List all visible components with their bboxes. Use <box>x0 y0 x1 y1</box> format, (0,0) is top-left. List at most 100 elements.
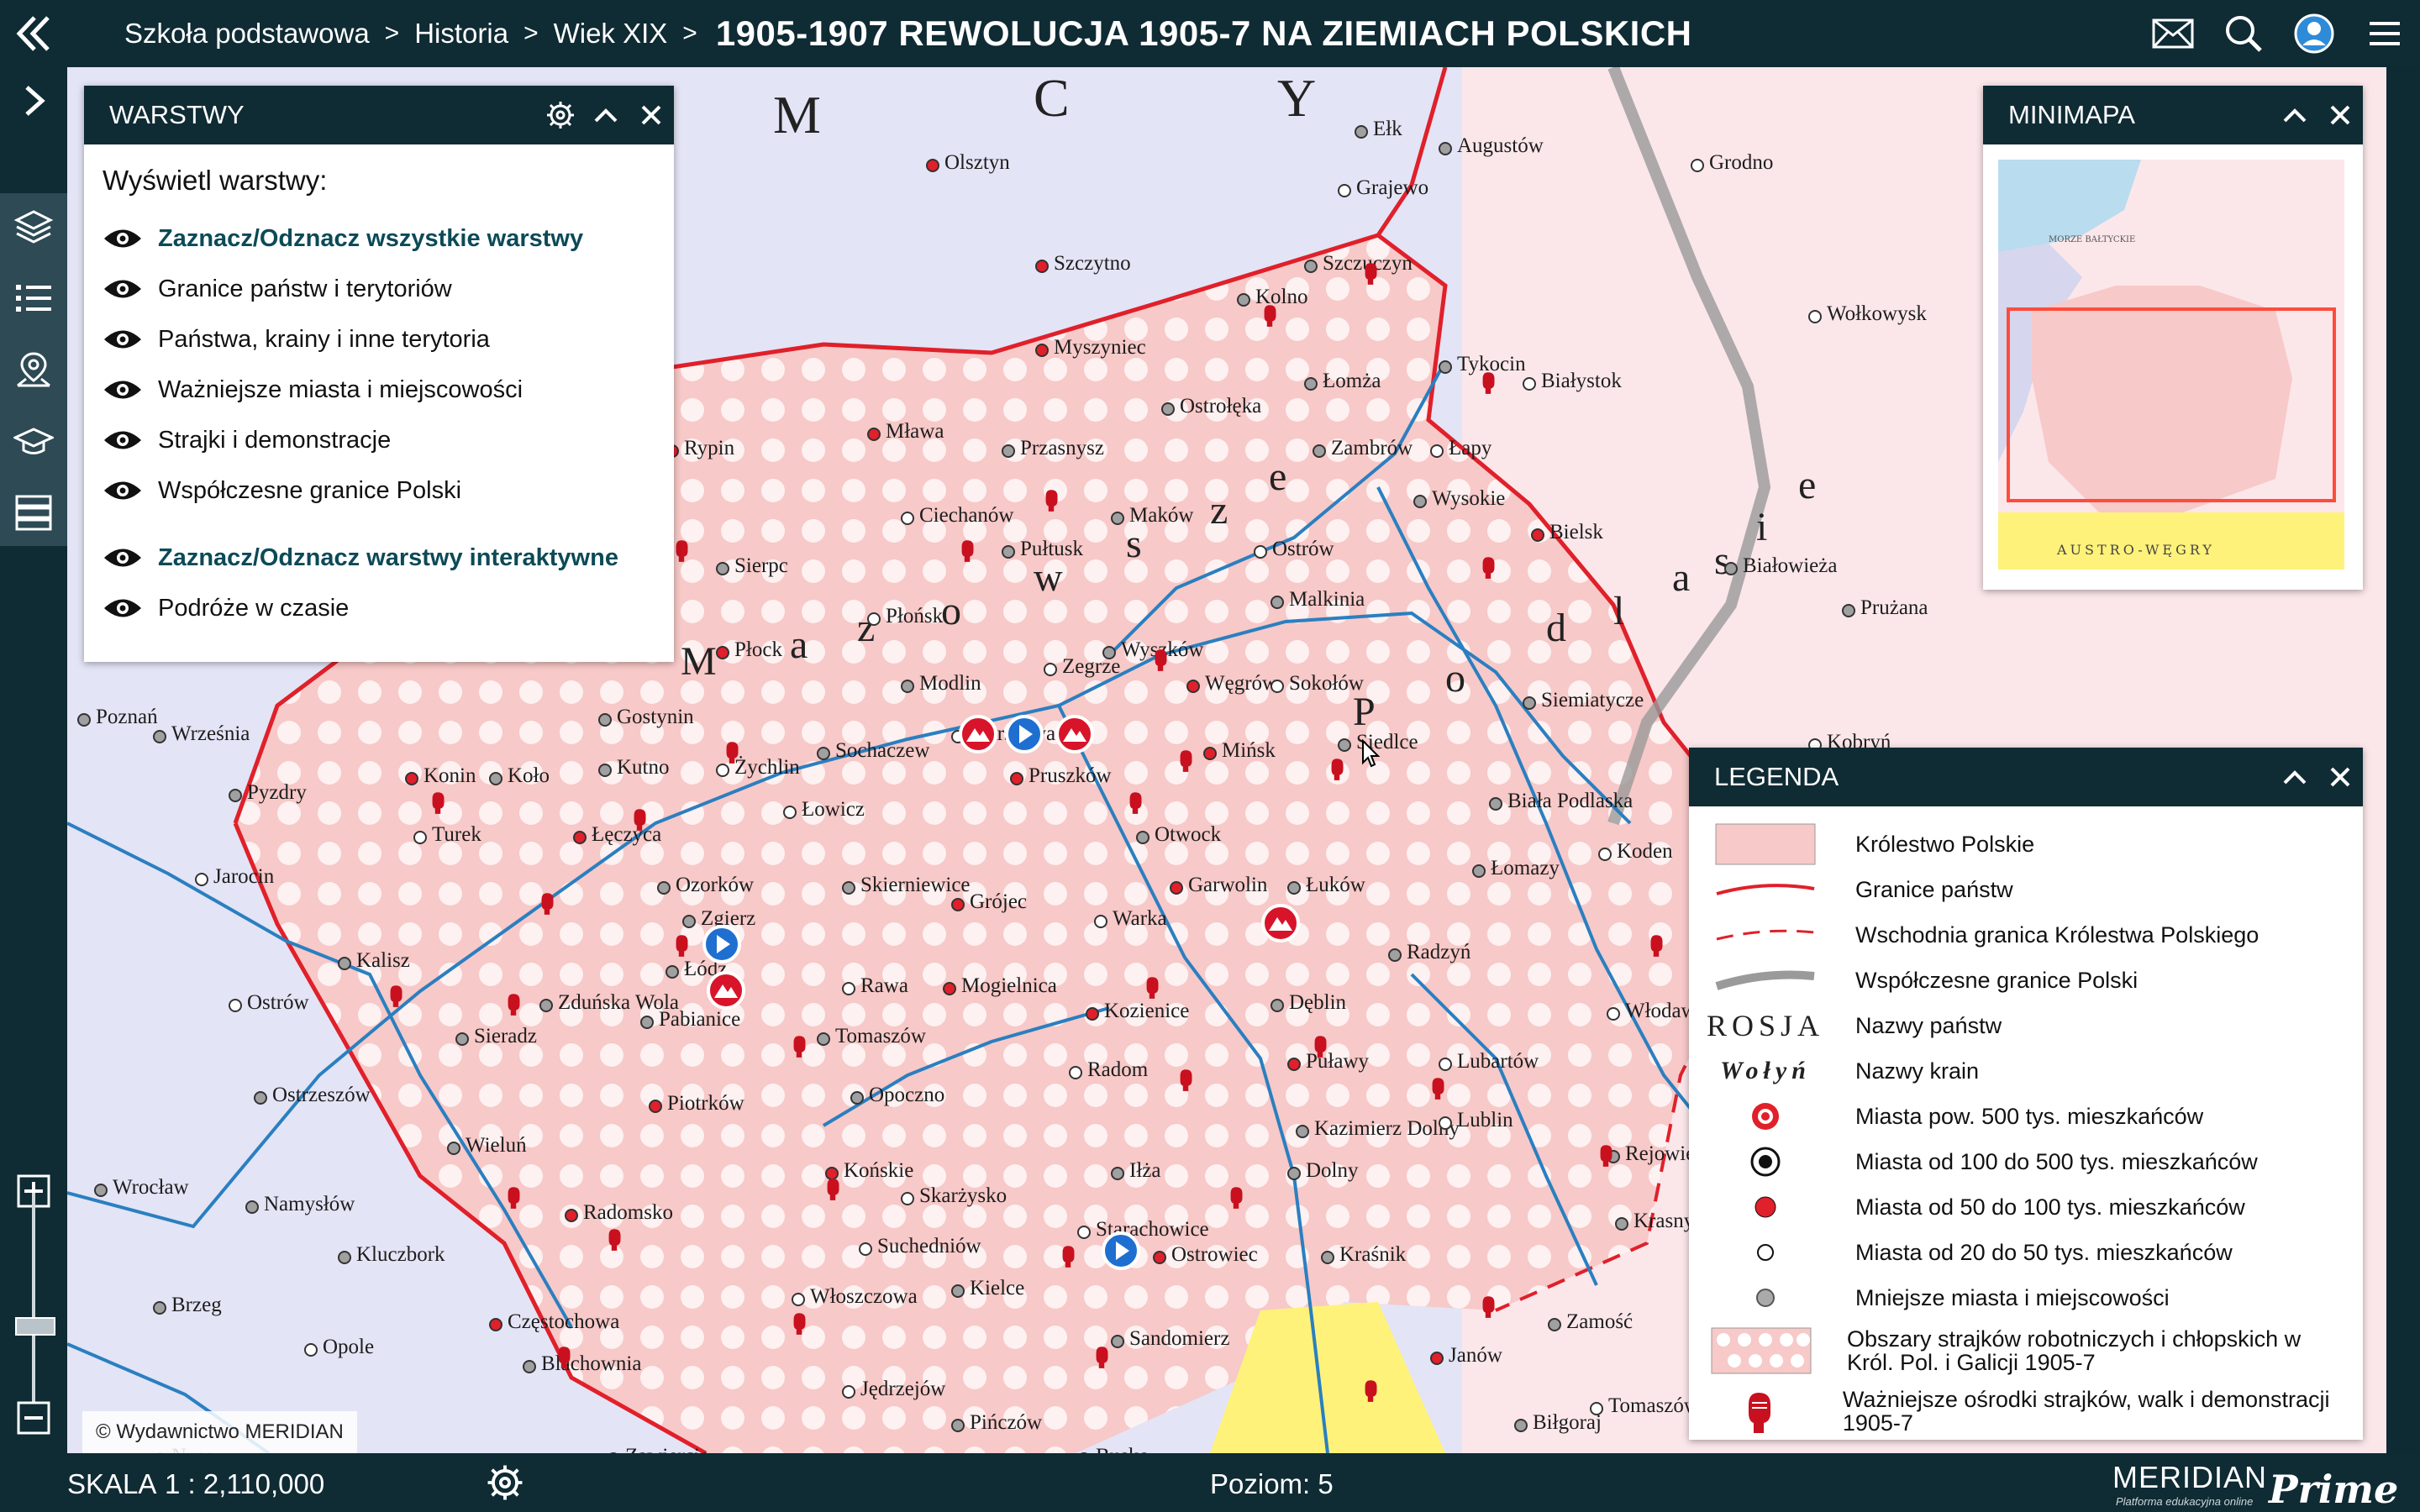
fist-icon[interactable] <box>958 538 976 563</box>
zoom-slider-track[interactable] <box>32 1193 35 1403</box>
city-marker[interactable] <box>1066 1063 1085 1082</box>
legend-close-button[interactable] <box>2317 748 2363 806</box>
city-marker[interactable] <box>949 1416 967 1435</box>
minimap-close-button[interactable] <box>2317 86 2363 144</box>
list-button[interactable] <box>0 265 67 332</box>
fist-icon[interactable] <box>504 991 523 1016</box>
city-marker[interactable] <box>1285 1055 1303 1074</box>
fist-icon[interactable] <box>1059 1243 1077 1268</box>
city-marker[interactable] <box>1092 912 1110 931</box>
city-marker[interactable] <box>655 879 673 897</box>
user-button[interactable] <box>2279 0 2349 67</box>
city-marker[interactable] <box>1285 879 1303 897</box>
city-marker[interactable] <box>251 1089 270 1107</box>
city-marker[interactable] <box>1293 1122 1312 1141</box>
map-settings-button[interactable] <box>486 1463 524 1509</box>
city-marker[interactable] <box>1596 845 1614 864</box>
fist-icon[interactable] <box>1479 1294 1497 1319</box>
minimap-collapse-button[interactable] <box>2272 86 2317 144</box>
city-marker[interactable] <box>1528 526 1547 544</box>
city-marker[interactable] <box>487 1315 505 1334</box>
city-marker[interactable] <box>596 761 614 780</box>
city-marker[interactable] <box>150 1299 169 1317</box>
toggle-all-layers[interactable]: Zaznacz/Odznacz wszystkie warstwy <box>103 213 655 264</box>
city-marker[interactable] <box>1268 593 1286 612</box>
city-marker[interactable] <box>1268 677 1286 696</box>
city-marker[interactable] <box>1722 559 1740 578</box>
fist-icon[interactable] <box>723 739 741 764</box>
layer-item[interactable]: Państwa, krainy i inne terytoria <box>103 314 655 365</box>
city-marker[interactable] <box>949 1282 967 1300</box>
city-marker[interactable] <box>92 1181 110 1200</box>
city-marker[interactable] <box>1302 257 1320 276</box>
city-marker[interactable] <box>445 1139 463 1158</box>
city-marker[interactable] <box>411 828 429 847</box>
city-marker[interactable] <box>1108 1164 1127 1183</box>
city-marker[interactable] <box>923 156 942 175</box>
city-marker[interactable] <box>1335 736 1354 754</box>
zoom-slider-handle[interactable] <box>15 1317 55 1336</box>
layers-button[interactable] <box>0 193 67 260</box>
city-marker[interactable] <box>949 895 967 914</box>
fist-icon[interactable] <box>790 1310 808 1336</box>
fist-icon[interactable] <box>1176 748 1195 773</box>
fist-icon[interactable] <box>555 1344 573 1369</box>
city-marker[interactable] <box>713 643 732 662</box>
fist-icon[interactable] <box>630 806 649 832</box>
layer-item[interactable]: Granice państw i terytoriów <box>103 264 655 314</box>
city-marker[interactable] <box>781 803 799 822</box>
city-marker[interactable] <box>856 1240 875 1258</box>
city-marker[interactable] <box>1285 1164 1303 1183</box>
layer-item[interactable]: Strajki i demonstracje <box>103 415 655 465</box>
city-marker[interactable] <box>680 912 698 931</box>
fist-icon[interactable] <box>1647 932 1665 958</box>
city-marker[interactable] <box>1839 601 1858 620</box>
fist-icon[interactable] <box>672 538 691 563</box>
city-marker[interactable] <box>1007 769 1026 788</box>
play-icon[interactable] <box>702 924 742 964</box>
city-marker[interactable] <box>898 509 917 528</box>
city-marker[interactable] <box>1428 1349 1446 1368</box>
fist-icon[interactable] <box>1260 302 1279 328</box>
city-marker[interactable] <box>839 1383 858 1401</box>
fist-icon[interactable] <box>1597 1142 1615 1168</box>
fist-icon[interactable] <box>1328 756 1346 781</box>
city-marker[interactable] <box>1604 1005 1623 1023</box>
city-marker[interactable] <box>999 543 1018 561</box>
city-marker[interactable] <box>1386 946 1404 964</box>
alert-icon[interactable] <box>1055 714 1095 754</box>
fist-icon[interactable] <box>1126 790 1144 815</box>
city-marker[interactable] <box>1512 1416 1530 1435</box>
city-marker[interactable] <box>402 769 421 788</box>
city-marker[interactable] <box>1411 492 1429 511</box>
city-marker[interactable] <box>1033 257 1051 276</box>
layers-collapse-button[interactable] <box>583 86 629 144</box>
city-marker[interactable] <box>1352 123 1370 141</box>
fist-icon[interactable] <box>1227 1184 1245 1210</box>
fist-icon[interactable] <box>672 932 691 958</box>
city-marker[interactable] <box>1688 156 1707 175</box>
fist-icon[interactable] <box>605 1226 623 1252</box>
city-marker[interactable] <box>1486 795 1505 813</box>
city-marker[interactable] <box>302 1341 320 1359</box>
city-marker[interactable] <box>571 828 589 847</box>
city-marker[interactable] <box>646 1097 665 1116</box>
mail-button[interactable] <box>2138 0 2208 67</box>
city-marker[interactable] <box>839 979 858 998</box>
fist-icon[interactable] <box>387 983 405 1008</box>
city-marker[interactable] <box>1201 744 1219 763</box>
fist-icon[interactable] <box>504 1184 523 1210</box>
fist-icon[interactable] <box>1361 260 1380 286</box>
fist-icon[interactable] <box>823 1176 842 1201</box>
city-marker[interactable] <box>1184 677 1202 696</box>
city-marker[interactable] <box>1150 1248 1169 1267</box>
fist-icon[interactable] <box>429 790 447 815</box>
zoom-out-button[interactable] <box>0 1384 67 1452</box>
fist-icon[interactable] <box>1042 487 1060 512</box>
city-marker[interactable] <box>1520 375 1539 393</box>
city-marker[interactable] <box>1251 543 1270 561</box>
city-marker[interactable] <box>1436 1055 1455 1074</box>
city-marker[interactable] <box>1310 442 1328 460</box>
city-marker[interactable] <box>1041 660 1060 679</box>
database-button[interactable] <box>0 479 67 546</box>
